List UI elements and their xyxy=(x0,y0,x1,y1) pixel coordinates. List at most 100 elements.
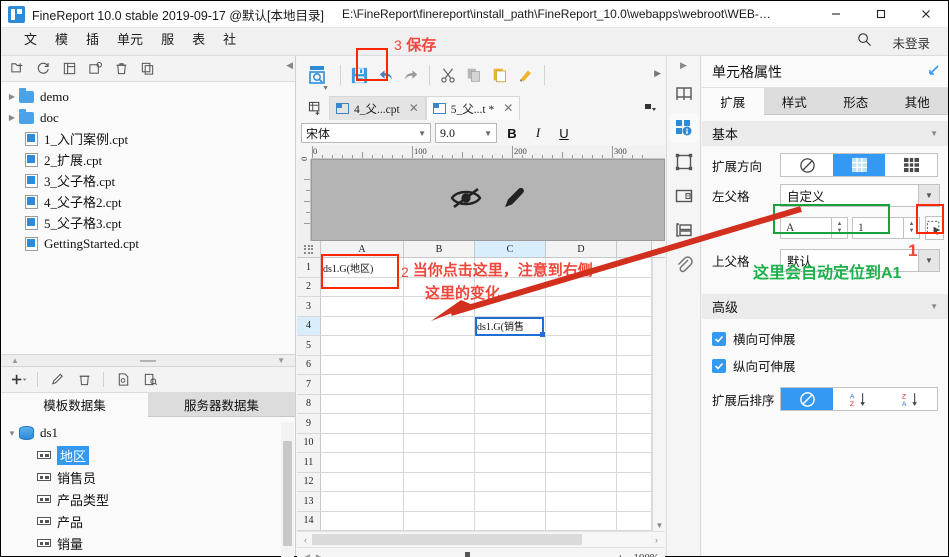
cell-A5[interactable] xyxy=(321,336,404,356)
dropdown-caret-icon[interactable]: ▼ xyxy=(322,85,329,92)
menu-item-server[interactable]: 服 xyxy=(152,28,183,47)
hscroll-thumb[interactable] xyxy=(312,534,582,545)
sort-asc-icon[interactable]: A Z xyxy=(833,388,885,410)
cell-E10[interactable] xyxy=(617,434,652,454)
rail-expand-icon[interactable]: ▶ xyxy=(680,60,687,74)
cell-A3[interactable] xyxy=(321,297,404,317)
cell-C8[interactable] xyxy=(475,395,546,415)
cell-A2[interactable] xyxy=(321,278,404,298)
scroll-up-icon[interactable]: ▲ xyxy=(652,241,665,258)
tab-menu-icon[interactable] xyxy=(637,96,665,120)
row-header[interactable]: 7 xyxy=(297,375,321,395)
cell-E8[interactable] xyxy=(617,395,652,415)
edit-icon[interactable] xyxy=(45,369,69,391)
cell-B3[interactable] xyxy=(404,297,475,317)
document-tab[interactable]: 5_父...t * ✕ xyxy=(426,96,521,120)
cell-E5[interactable] xyxy=(617,336,652,356)
row-header[interactable]: 13 xyxy=(297,492,321,512)
new-sheet-icon[interactable] xyxy=(303,96,329,120)
cell-E9[interactable] xyxy=(617,414,652,434)
top-parent-select[interactable]: 默认 ▼ xyxy=(780,249,940,272)
tree-item-doc[interactable]: ▶ doc xyxy=(1,107,295,128)
delete-icon[interactable] xyxy=(72,369,96,391)
tree-item-demo[interactable]: ▶ demo xyxy=(1,86,295,107)
sort-desc-icon[interactable]: Z A xyxy=(885,388,937,410)
tab-expand[interactable]: 扩展 xyxy=(702,88,764,115)
left-parent-select[interactable]: 自定义 ▼ xyxy=(780,184,940,207)
cell-D3[interactable] xyxy=(546,297,617,317)
frame-icon[interactable] xyxy=(670,148,698,176)
row-spin-buttons[interactable]: ▲▼ xyxy=(904,217,920,239)
page-next-icon[interactable]: ▶ xyxy=(316,552,323,557)
checkbox-checked-icon[interactable] xyxy=(712,332,726,346)
column-header-D[interactable]: D xyxy=(546,241,617,258)
cell-A9[interactable] xyxy=(321,414,404,434)
pencil-icon[interactable] xyxy=(501,185,527,216)
cell-D10[interactable] xyxy=(546,434,617,454)
widget-icon[interactable] xyxy=(670,80,698,108)
dataset-item-ds1[interactable]: ▼ ds1 xyxy=(1,422,295,444)
tree-item-file[interactable]: 5_父子格3.cpt xyxy=(1,212,295,233)
tab-style[interactable]: 样式 xyxy=(764,88,826,115)
preview-icon[interactable] xyxy=(111,369,135,391)
cell-E1[interactable] xyxy=(617,258,652,278)
maximize-button[interactable] xyxy=(858,1,903,28)
dataset-column-item[interactable]: 产品类型 xyxy=(1,488,295,510)
cell-E14[interactable] xyxy=(617,512,652,532)
dataset-column-item[interactable]: 销售员 xyxy=(1,466,295,488)
close-tab-icon[interactable]: ✕ xyxy=(503,101,513,116)
horizontal-scrollbar[interactable]: ‹ › xyxy=(297,531,665,547)
paste-icon[interactable] xyxy=(487,63,513,87)
cell-A10[interactable] xyxy=(321,434,404,454)
menu-item-community[interactable]: 社 xyxy=(214,28,245,47)
italic-button[interactable]: I xyxy=(527,123,549,143)
cell-pick-icon[interactable] xyxy=(925,216,944,240)
tree-item-file[interactable]: 3_父子格.cpt xyxy=(1,170,295,191)
spin-down-icon[interactable]: ▼ xyxy=(837,228,843,235)
cut-icon[interactable] xyxy=(435,63,461,87)
cell-C10[interactable] xyxy=(475,434,546,454)
report-icon[interactable] xyxy=(57,58,81,80)
cell-C13[interactable] xyxy=(475,492,546,512)
row-header[interactable]: 14 xyxy=(297,512,321,532)
redo-icon[interactable] xyxy=(398,63,424,87)
dataset-scrollbar[interactable] xyxy=(283,441,292,546)
cell-E11[interactable] xyxy=(617,453,652,473)
row-header[interactable]: 12 xyxy=(297,473,321,493)
cell-C7[interactable] xyxy=(475,375,546,395)
font-size-select[interactable]: 9.0 ▼ xyxy=(435,123,497,143)
copy-icon[interactable] xyxy=(135,58,159,80)
expand-vertical-icon[interactable] xyxy=(833,154,885,176)
hscroll-track[interactable] xyxy=(312,534,650,545)
section-advanced[interactable]: 高级 ▼ xyxy=(702,294,948,319)
menu-item-cell[interactable]: 单元 xyxy=(108,28,152,47)
column-stepper[interactable]: A ▲▼ xyxy=(780,217,848,239)
expand-arrow-icon[interactable]: ▶ xyxy=(5,92,19,101)
select-all-corner[interactable] xyxy=(297,241,321,258)
row-header[interactable]: 2 xyxy=(297,278,321,298)
cell-E7[interactable] xyxy=(617,375,652,395)
menu-item-template[interactable]: 模 xyxy=(46,28,77,47)
splitter-up-icon[interactable]: ▲ xyxy=(11,356,19,365)
chevron-down-icon[interactable]: ▼ xyxy=(484,129,492,138)
cell-D14[interactable] xyxy=(546,512,617,532)
close-tab-icon[interactable]: ✕ xyxy=(409,101,419,116)
underline-button[interactable]: U xyxy=(553,123,575,143)
cell-A6[interactable] xyxy=(321,356,404,376)
column-header-E[interactable] xyxy=(617,241,652,258)
cell-B1[interactable] xyxy=(404,258,475,278)
cell-B2[interactable] xyxy=(404,278,475,298)
cell-C3[interactable] xyxy=(475,297,546,317)
row-header[interactable]: 8 xyxy=(297,395,321,415)
tree-item-file[interactable]: 2_扩展.cpt xyxy=(1,149,295,170)
cell-C9[interactable] xyxy=(475,414,546,434)
zoom-in-button[interactable]: + xyxy=(613,550,627,557)
cell-A12[interactable] xyxy=(321,473,404,493)
row-header[interactable]: 5 xyxy=(297,336,321,356)
cell-E3[interactable] xyxy=(617,297,652,317)
bold-button[interactable]: B xyxy=(501,123,523,143)
section-basic[interactable]: 基本 ▼ xyxy=(702,121,948,146)
dataset-column-item[interactable]: 地区 xyxy=(1,444,295,466)
login-status[interactable]: 未登录 xyxy=(892,33,930,52)
eye-hidden-icon[interactable] xyxy=(449,185,483,216)
